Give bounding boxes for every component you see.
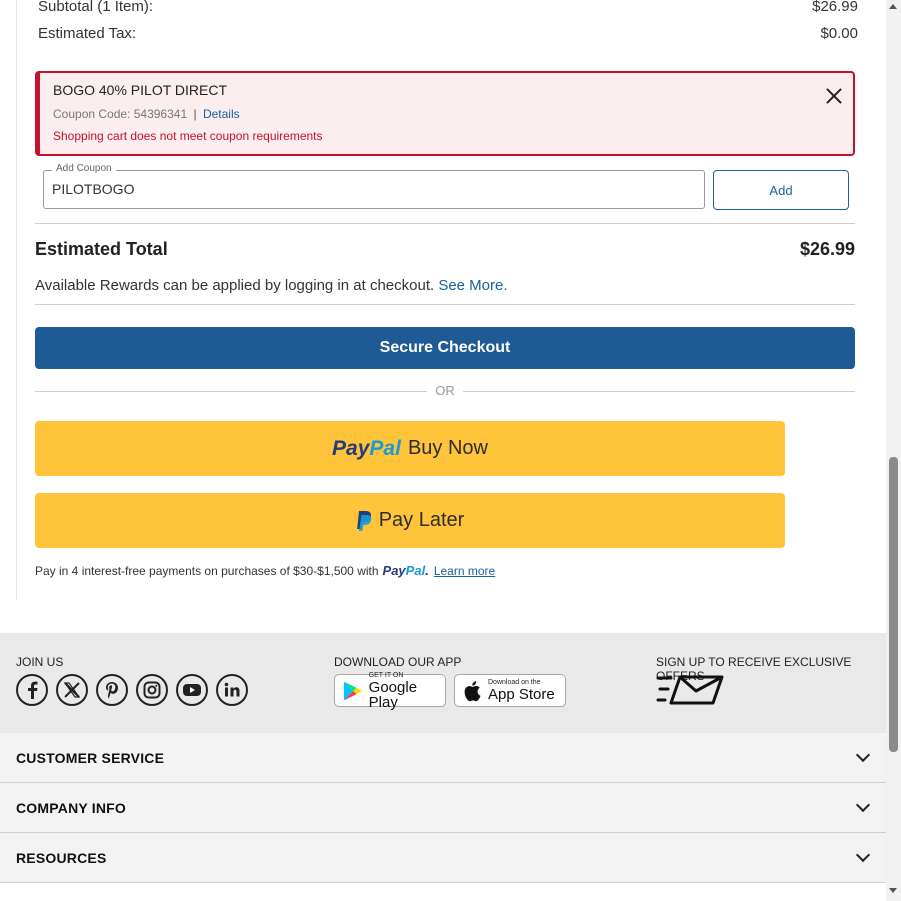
- pay-later-info-text: Pay in 4 interest-free payments on purch…: [35, 563, 379, 578]
- mail-icon[interactable]: [656, 674, 724, 706]
- scroll-down-arrow-icon[interactable]: [889, 888, 897, 893]
- paypal-buy-now-button[interactable]: PayPal Buy Now: [35, 421, 785, 476]
- add-coupon-button[interactable]: Add: [713, 170, 849, 210]
- accordion-title: COMPANY INFO: [16, 799, 126, 816]
- estimated-total-label: Estimated Total: [35, 239, 168, 259]
- accordion-resources[interactable]: RESOURCES: [0, 833, 886, 883]
- paypal-icon: [356, 510, 372, 531]
- or-line-right: [463, 391, 855, 392]
- footer-top: JOIN US DOWNLOAD OUR APP GET IT ON Googl…: [0, 633, 886, 733]
- coupon-code: Coupon Code: 54396341 | Details: [53, 107, 240, 121]
- rewards-note: Available Rewards can be applied by logg…: [35, 277, 508, 294]
- paypal-logo: PayPal: [332, 436, 401, 460]
- app-store-text: Download on the App Store: [488, 679, 555, 703]
- social-links: [16, 674, 256, 706]
- coupon-field-label: Add Coupon: [52, 163, 116, 174]
- facebook-icon[interactable]: [16, 674, 48, 706]
- coupon-details-link[interactable]: Details: [203, 107, 240, 121]
- tax-value: $0.00: [820, 25, 858, 42]
- coupon-error-box: BOGO 40% PILOT DIRECT Coupon Code: 54396…: [35, 71, 855, 156]
- accordion-title: CUSTOMER SERVICE: [16, 749, 165, 766]
- google-play-badge[interactable]: GET IT ON Google Play: [334, 671, 446, 711]
- coupon-code-separator: |: [193, 107, 197, 121]
- google-play-text: GET IT ON Google Play: [368, 671, 418, 711]
- chevron-down-icon: [855, 847, 871, 862]
- chevron-down-icon: [855, 797, 871, 812]
- paypal-logo-small: PayPal.: [382, 563, 429, 578]
- paypal-pay-later-button[interactable]: Pay Later: [35, 493, 785, 548]
- or-text: OR: [435, 383, 455, 398]
- coupon-code-label: Coupon Code: 54396341: [53, 107, 188, 121]
- accordion-customer-service[interactable]: CUSTOMER SERVICE: [0, 733, 886, 783]
- rewards-text: Available Rewards can be applied by logg…: [35, 277, 435, 294]
- pay-later-label: Pay Later: [378, 509, 465, 531]
- close-icon[interactable]: [823, 85, 845, 107]
- pay-later-info: Pay in 4 interest-free payments on purch…: [35, 563, 495, 578]
- google-play-icon: [343, 681, 362, 700]
- divider: [35, 223, 855, 224]
- scroll-up-arrow-icon[interactable]: [889, 4, 897, 9]
- x-icon[interactable]: [56, 674, 88, 706]
- accordion-company-info[interactable]: COMPANY INFO: [0, 783, 886, 833]
- learn-more-link[interactable]: Learn more: [434, 564, 495, 578]
- buy-now-label: Buy Now: [407, 437, 488, 459]
- tax-row: Estimated Tax: $0.00: [38, 25, 858, 42]
- join-us-label: JOIN US: [16, 655, 64, 669]
- tax-label: Estimated Tax:: [38, 25, 137, 42]
- accordion-title: RESOURCES: [16, 849, 107, 866]
- estimated-total-row: Estimated Total $26.99: [35, 239, 855, 260]
- subtotal-row: Subtotal (1 Item): $26.99: [38, 0, 858, 15]
- subtotal-label: Subtotal (1 Item):: [38, 0, 154, 15]
- or-line-left: [35, 391, 427, 392]
- youtube-icon[interactable]: [176, 674, 208, 706]
- download-app-label: DOWNLOAD OUR APP: [334, 655, 462, 669]
- order-summary: Subtotal (1 Item): $26.99 Estimated Tax:…: [16, 0, 870, 600]
- coupon-title: BOGO 40% PILOT DIRECT: [53, 82, 228, 98]
- or-separator: OR: [35, 382, 855, 400]
- apple-icon: [464, 680, 481, 701]
- secure-checkout-button[interactable]: Secure Checkout: [35, 327, 855, 369]
- scrollbar[interactable]: [886, 0, 901, 901]
- pinterest-icon[interactable]: [96, 674, 128, 706]
- page: Subtotal (1 Item): $26.99 Estimated Tax:…: [0, 0, 886, 901]
- coupon-input[interactable]: [52, 181, 692, 197]
- divider: [35, 304, 855, 305]
- see-more-link[interactable]: See More.: [438, 277, 507, 294]
- subtotal-value: $26.99: [812, 0, 858, 15]
- coupon-error-message: Shopping cart does not meet coupon requi…: [53, 129, 323, 143]
- chevron-down-icon: [855, 747, 871, 762]
- coupon-field: Add Coupon: [43, 163, 705, 209]
- scrollbar-thumb[interactable]: [889, 457, 898, 752]
- estimated-total-value: $26.99: [799, 239, 855, 259]
- instagram-icon[interactable]: [136, 674, 168, 706]
- linkedin-icon[interactable]: [216, 674, 248, 706]
- app-store-badge[interactable]: Download on the App Store: [454, 674, 566, 707]
